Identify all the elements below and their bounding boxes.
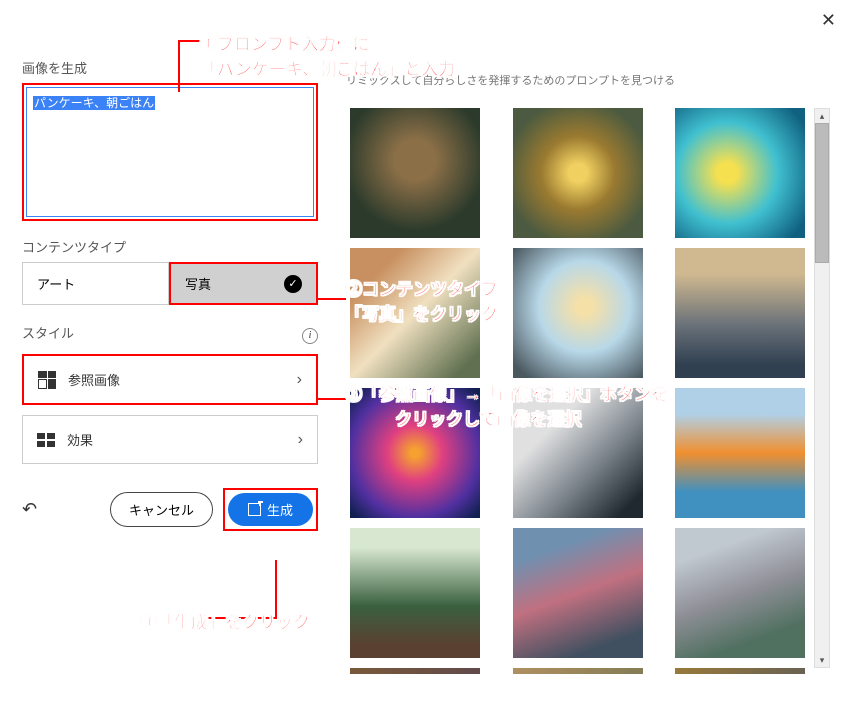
cancel-button[interactable]: キャンセル (110, 492, 213, 527)
gallery-thumb[interactable] (513, 388, 643, 518)
chevron-right-icon: › (297, 371, 302, 389)
gallery-thumb[interactable] (675, 108, 805, 238)
gallery-thumb[interactable] (350, 668, 480, 674)
scrollbar[interactable]: ▴ ▾ (814, 108, 830, 668)
content-type-photo[interactable]: 写真 ✓ (169, 262, 318, 305)
gallery-thumb[interactable] (675, 668, 805, 674)
generate-title: 画像を生成 (22, 58, 318, 77)
undo-icon[interactable]: ↶ (22, 499, 37, 520)
gallery-thumb[interactable] (513, 528, 643, 658)
reference-image-label: 参照画像 (68, 370, 120, 389)
reference-icon (38, 371, 56, 389)
generate-icon (248, 503, 261, 516)
annotation-line (193, 617, 277, 619)
scroll-up-icon[interactable]: ▴ (815, 109, 829, 123)
gallery-thumb[interactable] (513, 668, 643, 674)
info-icon[interactable]: i (302, 328, 318, 344)
check-icon: ✓ (284, 275, 302, 293)
gallery-subtitle: リミックスして自分らしさを発揮するためのプロンプトを見つける (346, 72, 832, 88)
content-type-row: アート 写真 ✓ (22, 262, 318, 305)
close-icon[interactable]: ✕ (821, 10, 836, 31)
annotation-line (275, 560, 277, 618)
gallery-thumb[interactable] (675, 388, 805, 518)
scroll-down-icon[interactable]: ▾ (815, 653, 829, 667)
action-row: ↶ キャンセル 生成 (22, 488, 318, 531)
generate-dialog: ✕ 画像を生成 パンケーキ、朝ごはん コンテンツタイプ アート 写真 ✓ スタイ… (0, 0, 850, 721)
gallery-thumb[interactable] (350, 108, 480, 238)
left-panel: 画像を生成 パンケーキ、朝ごはん コンテンツタイプ アート 写真 ✓ スタイル … (0, 0, 340, 721)
content-type-art[interactable]: アート (22, 262, 169, 305)
gallery-wrap: ▴ ▾ (346, 104, 832, 674)
gallery-thumb[interactable] (350, 528, 480, 658)
gallery-thumb[interactable] (513, 108, 643, 238)
gallery-thumb[interactable] (675, 528, 805, 658)
gallery-thumb[interactable] (675, 248, 805, 378)
gallery-thumb[interactable] (513, 248, 643, 378)
effects-label: 効果 (67, 430, 93, 449)
reference-image-button[interactable]: 参照画像 › (22, 354, 318, 405)
chevron-right-icon: › (298, 431, 303, 449)
generate-button[interactable]: 生成 (228, 493, 313, 526)
prompt-highlight: パンケーキ、朝ごはん (22, 83, 318, 221)
style-header: スタイル i (22, 323, 318, 348)
gallery (346, 104, 832, 674)
effects-icon (37, 433, 55, 447)
style-label: スタイル (22, 323, 74, 342)
generate-highlight: 生成 (223, 488, 318, 531)
gallery-thumb[interactable] (350, 248, 480, 378)
content-type-label: コンテンツタイプ (22, 237, 318, 256)
gallery-thumb[interactable] (350, 388, 480, 518)
scroll-thumb[interactable] (815, 123, 829, 263)
right-panel: リミックスして自分らしさを発揮するためのプロンプトを見つける (340, 0, 850, 721)
effects-button[interactable]: 効果 › (22, 415, 318, 464)
prompt-input[interactable]: パンケーキ、朝ごはん (26, 87, 314, 217)
prompt-text: パンケーキ、朝ごはん (33, 96, 155, 110)
